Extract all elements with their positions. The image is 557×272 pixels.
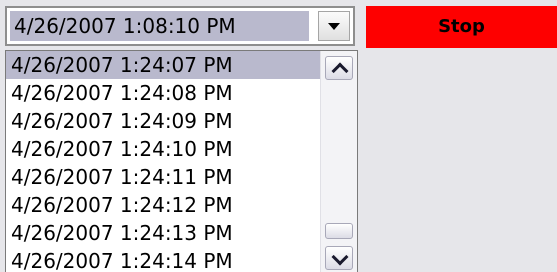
stop-button[interactable]: Stop — [366, 6, 557, 48]
triangle-down-icon — [328, 23, 340, 30]
chevron-up-icon — [331, 62, 349, 80]
list-item[interactable]: 4/26/2007 1:24:09 PM — [6, 107, 320, 135]
list-item[interactable]: 4/26/2007 1:24:13 PM — [6, 219, 320, 247]
combobox-dropdown-button[interactable] — [318, 11, 350, 41]
combobox-selected-value[interactable]: 4/26/2007 1:08:10 PM — [10, 11, 309, 41]
vertical-scrollbar[interactable] — [320, 51, 357, 272]
list-item[interactable]: 4/26/2007 1:24:11 PM — [6, 163, 320, 191]
list-items: 4/26/2007 1:24:07 PM 4/26/2007 1:24:08 P… — [6, 51, 320, 272]
scroll-up-button[interactable] — [325, 56, 353, 80]
scroll-down-button[interactable] — [325, 246, 353, 270]
list-item[interactable]: 4/26/2007 1:24:08 PM — [6, 79, 320, 107]
chevron-down-icon — [331, 248, 349, 266]
list-item[interactable]: 4/26/2007 1:24:07 PM — [6, 51, 320, 79]
list-item[interactable]: 4/26/2007 1:24:12 PM — [6, 191, 320, 219]
scrollbar-thumb[interactable] — [325, 223, 353, 239]
list-item[interactable]: 4/26/2007 1:24:10 PM — [6, 135, 320, 163]
dropdown-list[interactable]: 4/26/2007 1:24:07 PM 4/26/2007 1:24:08 P… — [5, 50, 358, 272]
list-item[interactable]: 4/26/2007 1:24:14 PM — [6, 247, 320, 272]
date-combobox[interactable]: 4/26/2007 1:08:10 PM — [5, 6, 355, 46]
